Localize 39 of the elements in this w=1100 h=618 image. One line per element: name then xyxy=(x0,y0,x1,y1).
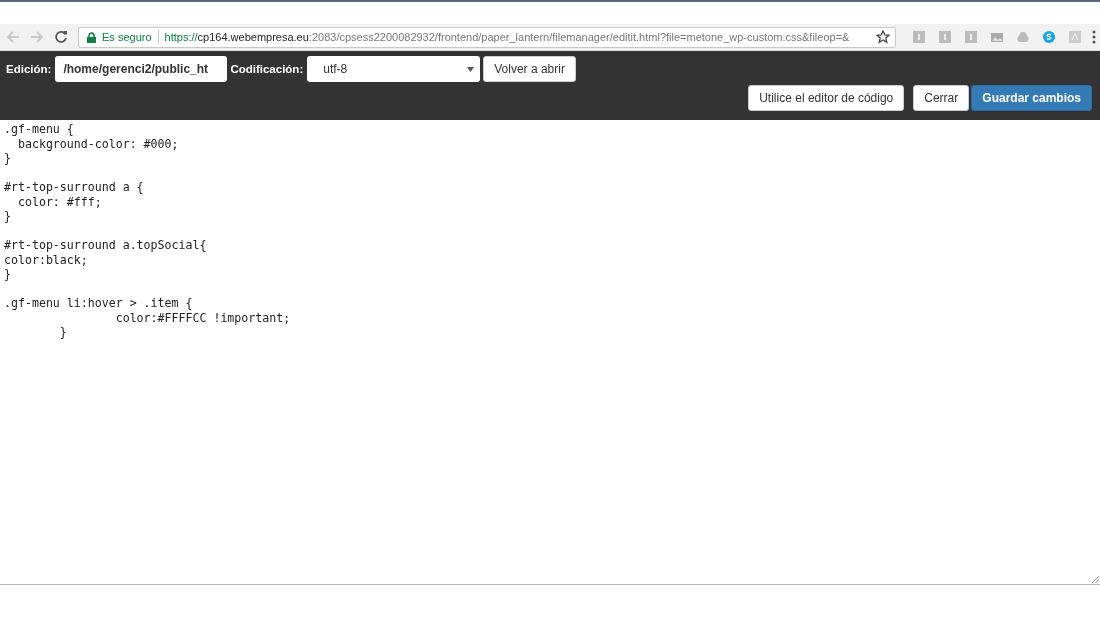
code-line: #rt-top-surround a { xyxy=(4,180,144,195)
caret-icon xyxy=(467,66,475,72)
forward-icon[interactable] xyxy=(30,30,44,44)
code-line: .gf-menu { xyxy=(4,122,74,137)
code-line: } xyxy=(4,267,11,282)
document-icon[interactable] xyxy=(1068,30,1082,44)
resize-grip-icon xyxy=(1092,576,1099,583)
code-line: background-color: #000; xyxy=(16,136,179,151)
code-line: color: #fff; xyxy=(16,194,102,209)
close-button[interactable]: Cerrar xyxy=(913,85,970,111)
security-label: Es seguro xyxy=(102,31,152,43)
code-line: #rt-top-surround a.topSocial{ xyxy=(4,238,207,253)
reopen-button[interactable]: Volver a abrir xyxy=(483,56,576,82)
encoding-label: Codificación: xyxy=(230,63,304,75)
code-line: color:black; xyxy=(4,252,88,267)
edit-label: Edición: xyxy=(6,63,52,75)
save-button[interactable]: Guardar cambios xyxy=(971,85,1092,111)
drive-icon[interactable] xyxy=(1016,30,1030,44)
skype-icon[interactable] xyxy=(1042,30,1056,44)
reload-icon[interactable] xyxy=(54,30,68,44)
code-line: } xyxy=(4,209,11,224)
code-line: color:#FFFFCC !important; xyxy=(114,310,291,325)
path-field[interactable]: /home/gerenci2/public_ht xyxy=(55,56,228,82)
extension-icon[interactable] xyxy=(964,30,978,44)
image-icon[interactable] xyxy=(990,30,1004,44)
back-icon[interactable] xyxy=(6,30,20,44)
code-line: } xyxy=(58,325,67,340)
code-line: } xyxy=(4,151,11,166)
address-bar[interactable]: Es seguro https://cp164.webempresa.eu:2083/cpsess2200082932/frontend/paper_lantern/filemanager/editit.html?file=metone_wp-custom.css&fileop=& xyxy=(78,26,896,48)
menu-icon[interactable] xyxy=(1092,30,1096,44)
code-editor-button[interactable]: Utilice el editor de código xyxy=(748,85,905,111)
code-editor[interactable]: .gf-menu { background-color: #000; } #rt-top-surround a { color: #fff; } #rt-top-surround a.topSocial{ color:black; } .gf-menu li:hover > .item { color:#FFFFCC !important; } xyxy=(0,120,1100,585)
star-icon[interactable] xyxy=(876,30,890,44)
code-line: .gf-menu li:hover > .item { xyxy=(4,296,193,311)
url-text: https://cp164.webempresa.eu:2083/cpsess2200082932/frontend/paper_lantern/filemanager/editit.html?file=metone_wp-custom.css&fileop=& xyxy=(164,31,851,43)
extension-icon[interactable] xyxy=(938,30,952,44)
lock-icon xyxy=(87,31,96,43)
extension-icon[interactable] xyxy=(912,30,926,44)
encoding-select[interactable]: utf-8 xyxy=(307,56,481,82)
